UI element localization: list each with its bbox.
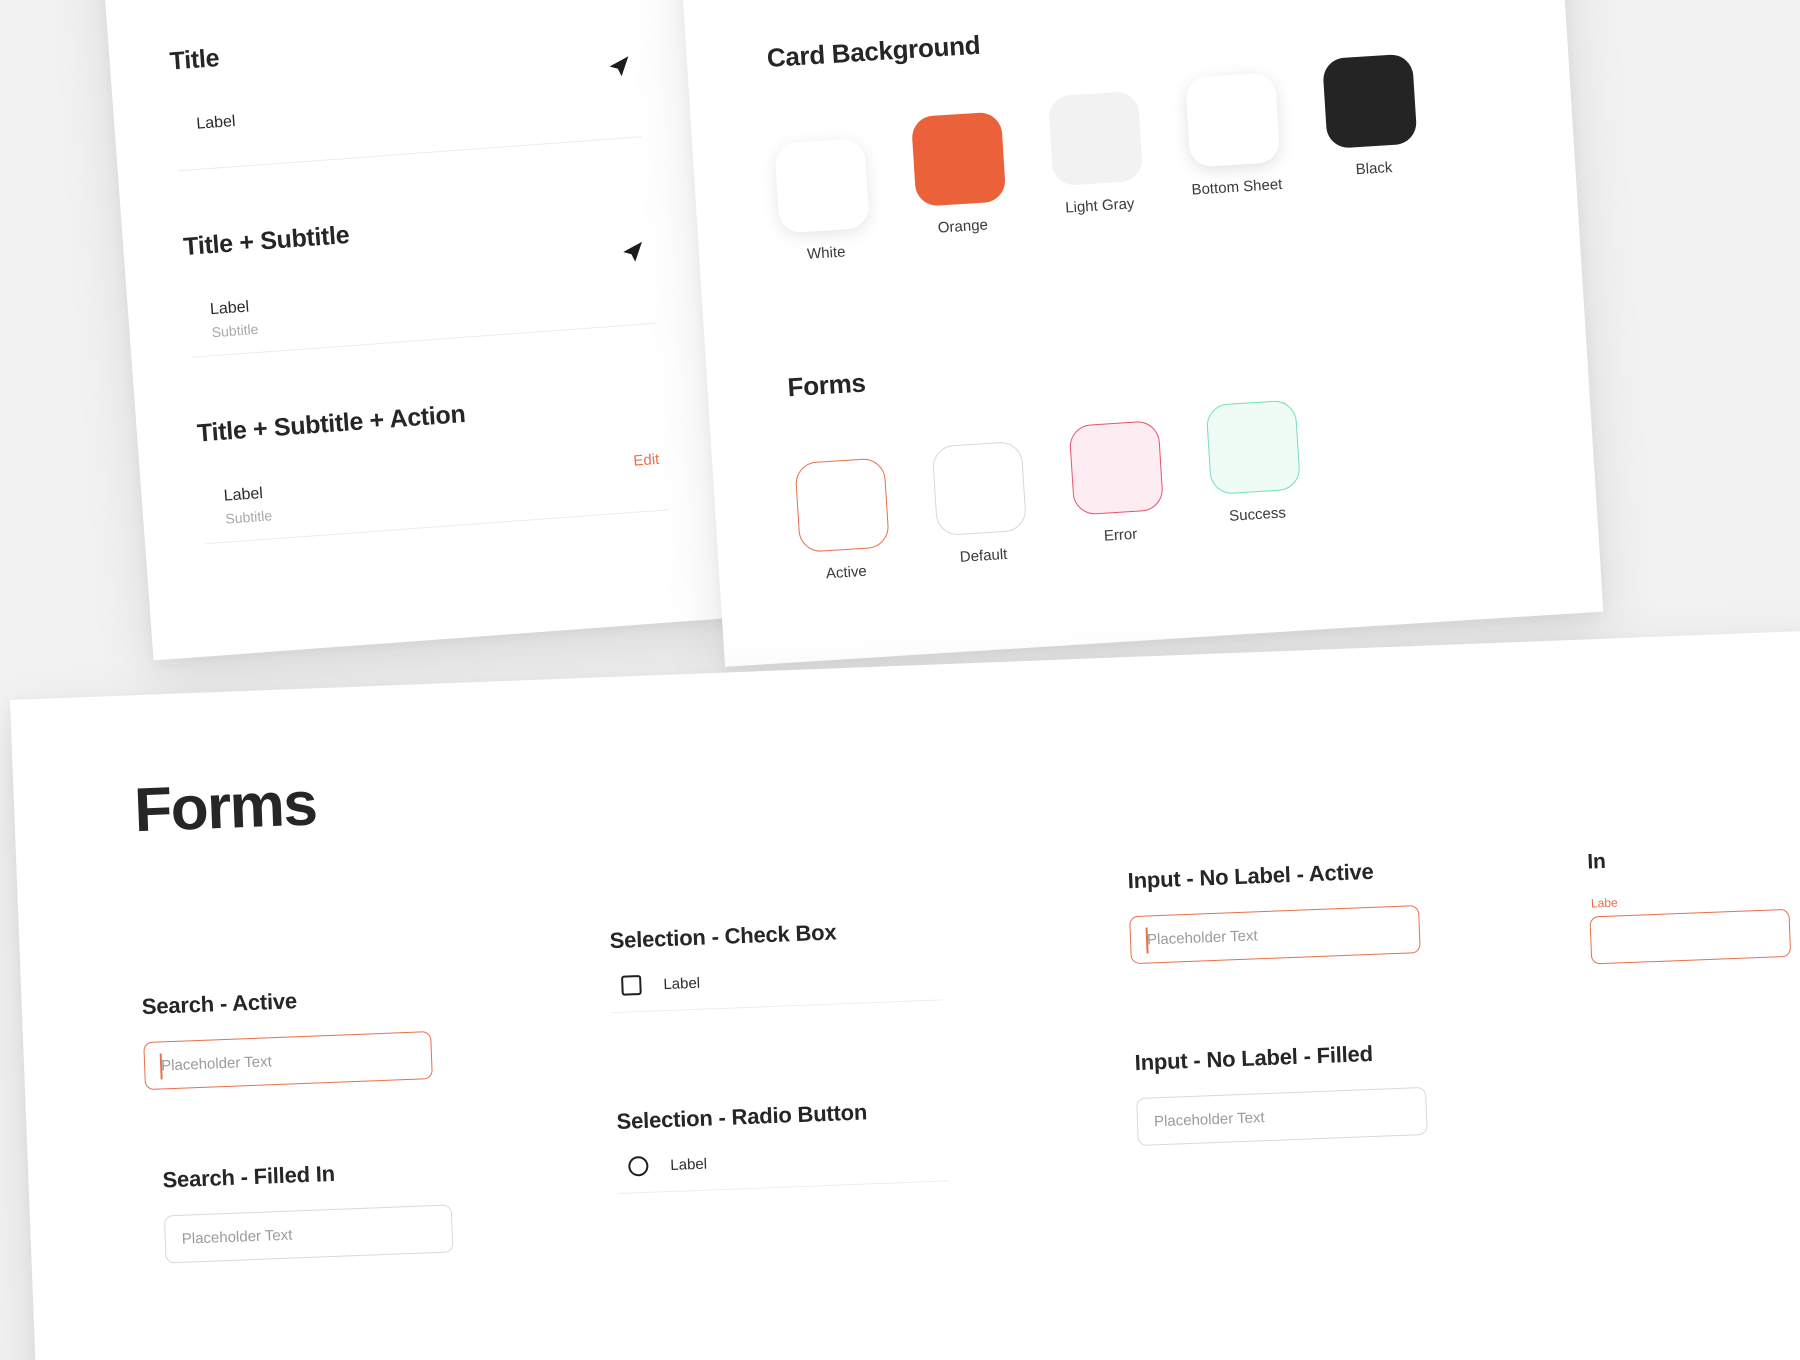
forms-card: Forms Search - Active Placeholder Text S… bbox=[10, 627, 1800, 1360]
row-label: Label bbox=[195, 112, 237, 133]
field-heading: Selection - Check Box bbox=[609, 919, 837, 954]
field-heading: In bbox=[1586, 849, 1607, 874]
checkbox-row[interactable]: Label bbox=[611, 963, 943, 1014]
color-swatches-card: Card Background White Orange Light Gray … bbox=[676, 0, 1604, 667]
field-heading: Input - No Label - Filled bbox=[1134, 1040, 1374, 1076]
swatch-chip bbox=[910, 111, 1007, 207]
checkbox-icon[interactable] bbox=[621, 974, 642, 996]
card-background-heading: Card Background bbox=[765, 29, 982, 74]
swatch-label: Active bbox=[825, 562, 868, 583]
input-clipped[interactable] bbox=[1589, 908, 1792, 965]
swatch-active[interactable]: Active bbox=[792, 457, 893, 584]
swatch-label: White bbox=[806, 243, 846, 263]
swatch-chip bbox=[1184, 72, 1281, 168]
radio-row[interactable]: Label bbox=[617, 1144, 950, 1194]
swatch-chip bbox=[794, 457, 890, 553]
search-input-filled[interactable]: Placeholder Text bbox=[163, 1204, 454, 1264]
checkbox-group: Selection - Check Box Label bbox=[609, 908, 1132, 1014]
swatch-error[interactable]: Error bbox=[1067, 420, 1168, 547]
list-section-title: Title Label bbox=[169, 14, 642, 172]
forms-column-selection: Selection - Check Box Label Selection - … bbox=[608, 868, 1144, 1324]
radio-label: Label bbox=[670, 1155, 708, 1174]
field-heading: Search - Active bbox=[141, 988, 298, 1020]
navigation-arrow-icon bbox=[605, 53, 633, 81]
swatch-chip bbox=[1068, 420, 1165, 516]
swatch-label: Black bbox=[1355, 158, 1393, 179]
input-value: Placeholder Text bbox=[1153, 1108, 1265, 1130]
swatch-default[interactable]: Default bbox=[930, 440, 1031, 568]
input-no-label-filled[interactable]: Placeholder Text bbox=[1136, 1086, 1428, 1147]
section-heading: Title bbox=[168, 44, 221, 76]
checkbox-label: Label bbox=[663, 974, 701, 993]
radio-button-icon[interactable] bbox=[627, 1155, 649, 1177]
field-heading: Selection - Radio Button bbox=[616, 1099, 868, 1135]
radio-group: Selection - Radio Button Label bbox=[616, 1089, 1139, 1194]
field-heading: Search - Filled In bbox=[162, 1160, 336, 1193]
swatch-label: Orange bbox=[937, 216, 989, 237]
swatch-bottom-sheet[interactable]: Bottom Sheet bbox=[1183, 72, 1284, 199]
input-clipped-group: In Labe bbox=[1586, 839, 1800, 965]
swatch-label: Error bbox=[1103, 525, 1138, 545]
section-heading: Title + Subtitle bbox=[182, 220, 351, 262]
swatch-white[interactable]: White bbox=[772, 138, 873, 265]
navigation-arrow-icon bbox=[619, 238, 647, 266]
swatch-label: Bottom Sheet bbox=[1191, 175, 1283, 199]
input-clipped-label: Labe bbox=[1590, 895, 1618, 911]
forms-swatch-row: Active Default Error Success bbox=[791, 387, 1599, 584]
edit-action-link[interactable]: Edit bbox=[633, 451, 660, 470]
list-components-card: Title Label Title + Subtitle Label Subti… bbox=[97, 0, 738, 661]
swatch-success[interactable]: Success bbox=[1204, 399, 1305, 526]
search-filled-group: Search - Filled In Placeholder Text bbox=[162, 1150, 621, 1264]
swatch-black[interactable]: Black bbox=[1320, 53, 1421, 180]
swatch-chip bbox=[931, 440, 1028, 537]
search-value: Placeholder Text bbox=[181, 1226, 293, 1248]
section-heading: Title + Subtitle + Action bbox=[196, 400, 467, 448]
input-filled-group: Input - No Label - Filled Placeholder Te… bbox=[1134, 1032, 1597, 1147]
design-system-canvas: Title Label Title + Subtitle Label Subti… bbox=[0, 0, 1800, 1360]
search-active-group: Search - Active Placeholder Text bbox=[141, 976, 614, 1091]
swatch-chip bbox=[1205, 399, 1302, 496]
list-row[interactable]: Edit Label Subtitle bbox=[201, 451, 670, 545]
swatch-chip bbox=[1322, 53, 1418, 150]
swatch-chip bbox=[774, 138, 870, 234]
search-input-active[interactable]: Placeholder Text bbox=[143, 1031, 433, 1091]
forms-column-clipped: In Labe bbox=[1587, 839, 1800, 1286]
list-row[interactable]: Label Subtitle bbox=[187, 241, 656, 358]
swatch-orange[interactable]: Orange bbox=[909, 111, 1010, 238]
list-row[interactable]: Label bbox=[173, 56, 642, 172]
swatch-label: Success bbox=[1228, 504, 1287, 525]
card-background-swatch-row: White Orange Light Gray Bottom Sheet Bla… bbox=[770, 53, 1578, 265]
swatch-label: Default bbox=[959, 545, 1008, 566]
forms-column-inputs: Input - No Label - Active Placeholder Te… bbox=[1127, 851, 1603, 1304]
input-active-group: Input - No Label - Active Placeholder Te… bbox=[1127, 851, 1590, 965]
input-no-label-active[interactable]: Placeholder Text bbox=[1129, 905, 1421, 965]
list-section-title-subtitle: Title + Subtitle Label Subtitle bbox=[182, 199, 656, 358]
page-title: Forms bbox=[133, 769, 318, 846]
swatch-chip bbox=[1047, 90, 1144, 187]
forms-grid: Search - Active Placeholder Text Search … bbox=[138, 839, 1800, 1342]
list-section-title-subtitle-action: Title + Subtitle + Action Edit Label Sub… bbox=[196, 386, 670, 545]
swatch-label: Light Gray bbox=[1064, 195, 1135, 217]
field-heading: Input - No Label - Active bbox=[1127, 858, 1375, 894]
swatch-light-gray[interactable]: Light Gray bbox=[1046, 90, 1147, 218]
input-placeholder: Placeholder Text bbox=[1146, 926, 1258, 949]
forms-column-search: Search - Active Placeholder Text Search … bbox=[138, 888, 624, 1342]
forms-swatches-heading: Forms bbox=[786, 367, 867, 403]
search-placeholder: Placeholder Text bbox=[160, 1052, 273, 1074]
